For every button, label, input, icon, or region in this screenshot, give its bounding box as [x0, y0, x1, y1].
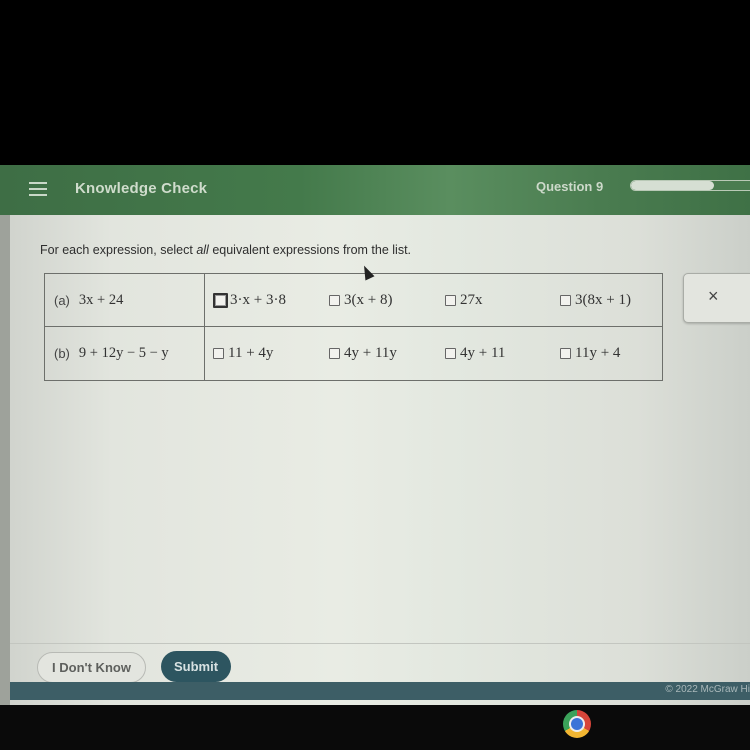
close-button[interactable]: × — [683, 273, 750, 323]
option-checkbox[interactable]: 27x — [445, 274, 483, 326]
question-row: (a) 3x + 24 3·x + 3·8 3(x + 8) 27x 3(8x … — [45, 274, 662, 327]
question-table: (a) 3x + 24 3·x + 3·8 3(x + 8) 27x 3(8x … — [44, 273, 663, 381]
hamburger-menu-icon[interactable] — [29, 182, 47, 196]
option-label: 4y + 11 — [460, 345, 506, 361]
option-label: 11 + 4y — [228, 345, 274, 361]
footer-bar: © 2022 McGraw Hi — [10, 682, 750, 700]
question-number: Question 9 — [536, 179, 604, 194]
option-checkbox[interactable]: 11y + 4 — [560, 327, 620, 380]
browser-screen: Knowledge Check Question 9 For each expr… — [0, 165, 750, 705]
close-icon: × — [708, 286, 719, 306]
option-label: 27x — [460, 291, 483, 308]
expression-cell: (b) 9 + 12y − 5 − y — [45, 327, 205, 380]
checkbox-icon[interactable] — [560, 294, 571, 306]
options-cell: 11 + 4y 4y + 11y 4y + 11 11y + 4 — [205, 327, 662, 380]
question-row: (b) 9 + 12y − 5 − y 11 + 4y 4y + 11y 4y … — [45, 327, 662, 380]
app-title: Knowledge Check — [75, 180, 208, 197]
option-label: 3·x + 3·8 — [230, 291, 286, 308]
options-cell: 3·x + 3·8 3(x + 8) 27x 3(8x + 1) — [205, 274, 662, 326]
app-header: Knowledge Check Question 9 — [0, 165, 750, 215]
option-checkbox[interactable]: 3(8x + 1) — [560, 274, 631, 326]
option-checkbox[interactable]: 11 + 4y — [213, 327, 273, 380]
checkbox-icon[interactable] — [329, 348, 340, 359]
option-label: 3(8x + 1) — [575, 291, 631, 308]
checkbox-icon[interactable] — [560, 348, 571, 359]
part-label: (b) — [54, 346, 70, 361]
menu-line — [29, 194, 47, 196]
submit-button[interactable]: Submit — [161, 651, 231, 682]
part-label: (a) — [54, 292, 70, 308]
dont-know-button[interactable]: I Don't Know — [37, 652, 146, 683]
instructions-before: For each expression, select — [40, 243, 197, 257]
progress-bar — [630, 180, 750, 191]
copyright-text: © 2022 McGraw Hi — [665, 684, 750, 695]
option-label: 11y + 4 — [575, 345, 621, 361]
option-checkbox[interactable]: 3·x + 3·8 — [213, 274, 286, 326]
footer-divider — [10, 643, 750, 644]
option-label: 4y + 11y — [344, 345, 397, 361]
chrome-icon[interactable] — [563, 710, 591, 738]
expression: 3x + 24 — [78, 291, 124, 308]
taskbar — [0, 705, 750, 750]
menu-line — [29, 182, 47, 184]
option-checkbox[interactable]: 4y + 11 — [445, 327, 505, 380]
checkbox-icon[interactable] — [329, 294, 340, 306]
option-checkbox[interactable]: 3(x + 8) — [329, 274, 392, 326]
checkbox-icon[interactable] — [213, 292, 228, 308]
checkbox-icon[interactable] — [445, 294, 456, 306]
option-checkbox[interactable]: 4y + 11y — [329, 327, 397, 380]
instructions-text: For each expression, select all equivale… — [40, 243, 411, 257]
instructions-after: equivalent expressions from the list. — [208, 243, 412, 257]
progress-fill — [631, 181, 714, 190]
screen-bezel-edge — [0, 215, 10, 705]
expression: 9 + 12y − 5 − y — [78, 345, 169, 361]
instructions-emphasis: all — [196, 243, 209, 257]
checkbox-icon[interactable] — [213, 348, 224, 359]
option-label: 3(x + 8) — [344, 291, 393, 308]
expression-cell: (a) 3x + 24 — [45, 274, 205, 326]
checkbox-icon[interactable] — [445, 348, 456, 359]
menu-line — [29, 188, 47, 190]
